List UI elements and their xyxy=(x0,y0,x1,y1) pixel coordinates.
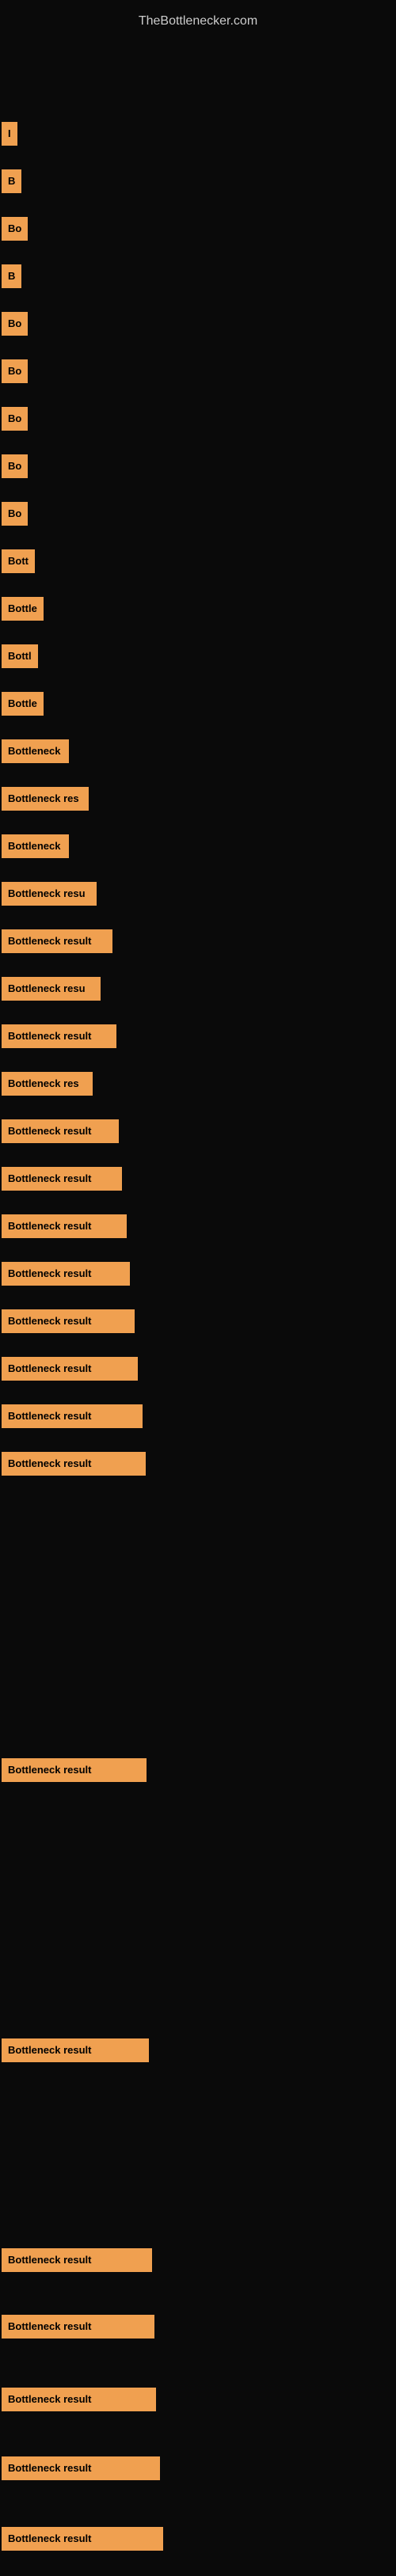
table-row: Bottleneck result xyxy=(2,1309,135,1333)
label-box: Bott xyxy=(2,549,35,573)
label-box: Bottleneck result xyxy=(2,1357,138,1381)
label-box: Bo xyxy=(2,454,28,478)
table-row: I xyxy=(2,122,17,146)
label-box: Bottleneck result xyxy=(2,2456,160,2480)
label-box: Bottleneck result xyxy=(2,2527,163,2551)
table-row: Bottleneck xyxy=(2,834,69,858)
label-box: Bottleneck result xyxy=(2,1452,146,1476)
table-row: Bo xyxy=(2,217,28,241)
label-box: Bottleneck result xyxy=(2,2315,154,2339)
table-row: Bottleneck result xyxy=(2,1452,146,1476)
label-box: Bottleneck result xyxy=(2,2248,152,2272)
table-row: Bottleneck result xyxy=(2,2527,163,2551)
table-row: Bottleneck result xyxy=(2,1404,143,1428)
label-box: Bottleneck xyxy=(2,834,69,858)
table-row: Bottleneck result xyxy=(2,2456,160,2480)
label-box: Bottleneck result xyxy=(2,1119,119,1143)
main-container: TheBottlenecker.com IBBoBBoBoBoBoBoBottB… xyxy=(0,0,396,2576)
table-row: Bottleneck resu xyxy=(2,882,97,906)
label-box: B xyxy=(2,169,21,193)
label-box: Bottleneck result xyxy=(2,1167,122,1191)
label-box: Bottle xyxy=(2,692,44,716)
label-box: Bo xyxy=(2,217,28,241)
table-row: Bottleneck result xyxy=(2,2315,154,2339)
label-box: Bottleneck result xyxy=(2,1404,143,1428)
table-row: Bottleneck xyxy=(2,739,69,763)
label-box: Bottleneck result xyxy=(2,1214,127,1238)
rows-container: IBBoBBoBoBoBoBoBottBottleBottlBottleBott… xyxy=(0,35,396,2568)
table-row: Bottleneck result xyxy=(2,2388,156,2411)
table-row: Bottleneck result xyxy=(2,2038,149,2062)
label-box: Bottl xyxy=(2,644,38,668)
label-box: Bottleneck result xyxy=(2,1262,130,1286)
table-row: Bottleneck result xyxy=(2,1167,122,1191)
table-row: Bottleneck res xyxy=(2,1072,93,1096)
label-box: Bottleneck result xyxy=(2,1024,116,1048)
label-box: Bottleneck resu xyxy=(2,882,97,906)
label-box: Bottleneck res xyxy=(2,787,89,811)
table-row: Bottleneck result xyxy=(2,1214,127,1238)
table-row: Bottleneck resu xyxy=(2,977,101,1001)
table-row: Bottleneck result xyxy=(2,1119,119,1143)
table-row: Bottle xyxy=(2,692,44,716)
table-row: Bottle xyxy=(2,597,44,621)
label-box: B xyxy=(2,264,21,288)
label-box: Bottleneck result xyxy=(2,2038,149,2062)
table-row: Bo xyxy=(2,312,28,336)
table-row: Bottleneck result xyxy=(2,2248,152,2272)
label-box: Bottleneck result xyxy=(2,1309,135,1333)
site-title: TheBottlenecker.com xyxy=(0,8,396,35)
label-box: Bottleneck result xyxy=(2,1758,147,1782)
table-row: Bottleneck result xyxy=(2,1357,138,1381)
table-row: Bo xyxy=(2,407,28,431)
label-box: Bo xyxy=(2,312,28,336)
label-box: Bottleneck result xyxy=(2,929,112,953)
table-row: Bo xyxy=(2,502,28,526)
label-box: Bottle xyxy=(2,597,44,621)
label-box: Bottleneck result xyxy=(2,2388,156,2411)
table-row: Bottleneck result xyxy=(2,1262,130,1286)
label-box: Bottleneck res xyxy=(2,1072,93,1096)
table-row: Bottl xyxy=(2,644,38,668)
label-box: Bottleneck resu xyxy=(2,977,101,1001)
label-box: Bo xyxy=(2,502,28,526)
table-row: Bottleneck result xyxy=(2,1758,147,1782)
table-row: Bott xyxy=(2,549,35,573)
table-row: Bottleneck res xyxy=(2,787,89,811)
table-row: Bottleneck result xyxy=(2,929,112,953)
table-row: B xyxy=(2,169,21,193)
label-box: I xyxy=(2,122,17,146)
table-row: Bo xyxy=(2,454,28,478)
table-row: B xyxy=(2,264,21,288)
label-box: Bo xyxy=(2,359,28,383)
label-box: Bottleneck xyxy=(2,739,69,763)
label-box: Bo xyxy=(2,407,28,431)
table-row: Bo xyxy=(2,359,28,383)
table-row: Bottleneck result xyxy=(2,1024,116,1048)
